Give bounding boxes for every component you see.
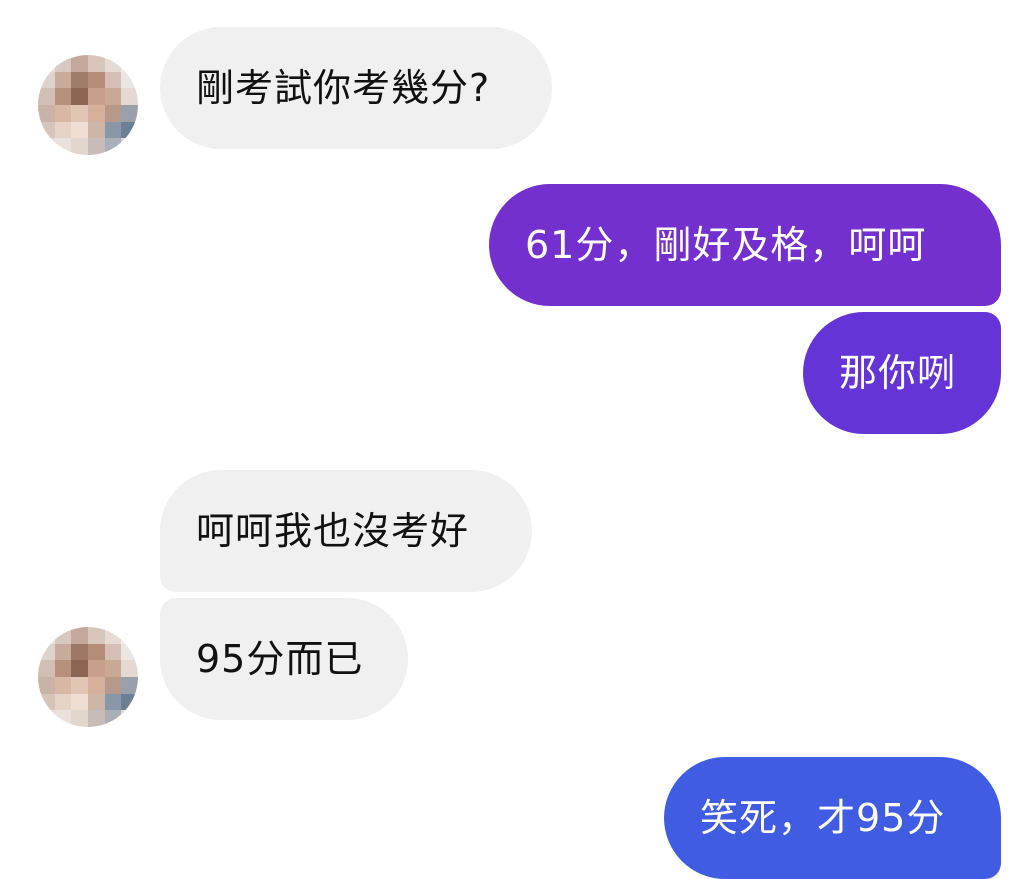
message-text: 95分而已 [196, 637, 364, 681]
message-bubble-incoming[interactable]: 呵呵我也沒考好 [160, 470, 532, 592]
message-text: 笑死，才95分 [700, 796, 946, 840]
message-bubble-outgoing[interactable]: 61分，剛好及格，呵呵 [489, 184, 1001, 306]
message-text: 61分，剛好及格，呵呵 [525, 223, 927, 267]
message-bubble-incoming[interactable]: 95分而已 [160, 598, 408, 720]
message-text: 剛考試你考幾分? [196, 66, 491, 110]
contact-avatar-icon[interactable] [38, 627, 138, 727]
message-bubble-outgoing[interactable]: 那你咧 [803, 312, 1001, 434]
message-bubble-incoming[interactable]: 剛考試你考幾分? [160, 27, 552, 149]
contact-avatar-icon[interactable] [38, 55, 138, 155]
message-text: 那你咧 [839, 351, 957, 395]
message-bubble-outgoing[interactable]: 笑死，才95分 [664, 757, 1001, 879]
message-text: 呵呵我也沒考好 [196, 509, 470, 553]
